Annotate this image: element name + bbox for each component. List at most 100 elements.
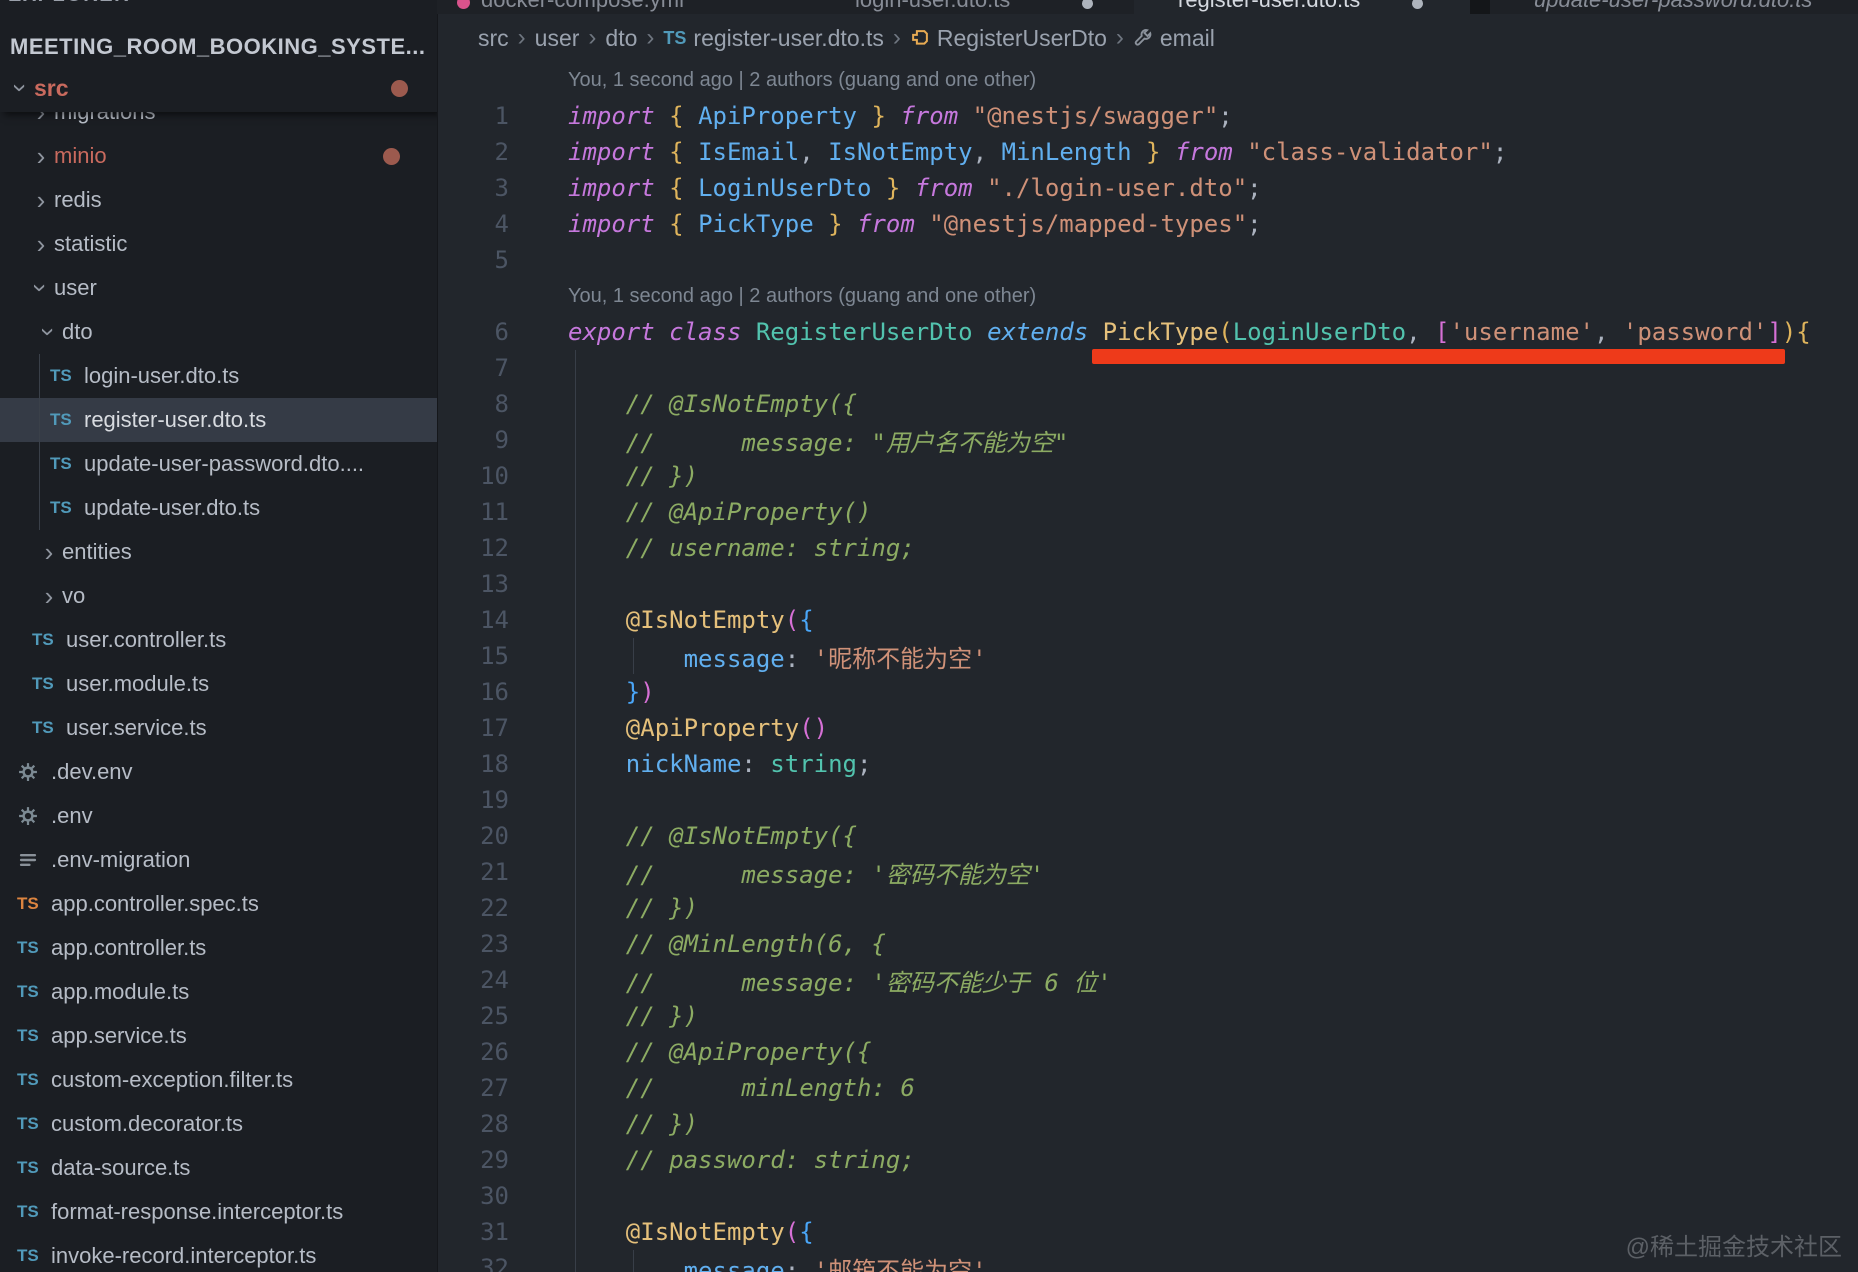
tree-item-minio[interactable]: ›minio <box>0 134 437 178</box>
codelens-annotation[interactable]: You, 1 second ago | 2 authors (guang and… <box>437 62 1858 98</box>
code-line-23[interactable]: 23 // @MinLength(6, { <box>437 926 1858 962</box>
line-number[interactable]: 15 <box>437 642 513 670</box>
line-number[interactable]: 2 <box>437 138 513 166</box>
code-line-30[interactable]: 30 <box>437 1178 1858 1214</box>
line-number[interactable]: 8 <box>437 390 513 418</box>
code-line-18[interactable]: 18 nickName: string; <box>437 746 1858 782</box>
line-number[interactable]: 25 <box>437 1002 513 1030</box>
code-line-13[interactable]: 13 <box>437 566 1858 602</box>
line-number[interactable]: 32 <box>437 1254 513 1272</box>
line-number[interactable]: 20 <box>437 822 513 850</box>
code-line-17[interactable]: 17 @ApiProperty() <box>437 710 1858 746</box>
code-line-4[interactable]: 4import { PickType } from "@nestjs/mappe… <box>437 206 1858 242</box>
code-line-28[interactable]: 28 // }) <box>437 1106 1858 1142</box>
tree-item-redis[interactable]: ›redis <box>0 178 437 222</box>
code-line-26[interactable]: 26 // @ApiProperty({ <box>437 1034 1858 1070</box>
tree-item-custom-exception.filter.ts[interactable]: TScustom-exception.filter.ts <box>0 1058 437 1102</box>
code-line-24[interactable]: 24 // message: '密码不能少于 6 位' <box>437 962 1858 998</box>
line-number[interactable]: 4 <box>437 210 513 238</box>
tree-item-.env[interactable]: .env <box>0 794 437 838</box>
tab-login-user.dto.ts[interactable]: login-user.dto.ts <box>811 0 1135 14</box>
line-number[interactable]: 9 <box>437 426 513 454</box>
tree-item-format-response.interceptor.ts[interactable]: TSformat-response.interceptor.ts <box>0 1190 437 1234</box>
tree-item-app.controller.ts[interactable]: TSapp.controller.ts <box>0 926 437 970</box>
tab-register-user.dto.ts[interactable]: register-user.dto.ts <box>1134 0 1470 14</box>
line-number[interactable]: 29 <box>437 1146 513 1174</box>
line-number[interactable]: 23 <box>437 930 513 958</box>
code-line-3[interactable]: 3import { LoginUserDto } from "./login-u… <box>437 170 1858 206</box>
tree-item-update-user.dto.ts[interactable]: TSupdate-user.dto.ts <box>0 486 437 530</box>
line-number[interactable]: 5 <box>437 246 513 274</box>
line-number[interactable]: 27 <box>437 1074 513 1102</box>
line-number[interactable]: 11 <box>437 498 513 526</box>
line-number[interactable]: 26 <box>437 1038 513 1066</box>
breadcrumb-item-register-user.dto.ts[interactable]: TSregister-user.dto.ts <box>663 25 883 52</box>
code-line-16[interactable]: 16 }) <box>437 674 1858 710</box>
tree-item-login-user.dto.ts[interactable]: TSlogin-user.dto.ts <box>0 354 437 398</box>
code-line-29[interactable]: 29 // password: string; <box>437 1142 1858 1178</box>
line-number[interactable]: 6 <box>437 318 513 346</box>
tree-item-user.controller.ts[interactable]: TSuser.controller.ts <box>0 618 437 662</box>
breadcrumb-item-email[interactable]: email <box>1133 25 1215 52</box>
line-number[interactable]: 19 <box>437 786 513 814</box>
line-number[interactable]: 10 <box>437 462 513 490</box>
line-number[interactable]: 21 <box>437 858 513 886</box>
tree-item-dto[interactable]: ›dto <box>0 310 437 354</box>
line-number[interactable]: 1 <box>437 102 513 130</box>
breadcrumb-item-RegisterUserDto[interactable]: RegisterUserDto <box>910 25 1107 52</box>
code-line-25[interactable]: 25 // }) <box>437 998 1858 1034</box>
code-line-11[interactable]: 11 // @ApiProperty() <box>437 494 1858 530</box>
code-line-1[interactable]: 1import { ApiProperty } from "@nestjs/sw… <box>437 98 1858 134</box>
line-number[interactable]: 17 <box>437 714 513 742</box>
line-number[interactable]: 7 <box>437 354 513 382</box>
tree-item-update-user-password.dto....[interactable]: TSupdate-user-password.dto.... <box>0 442 437 486</box>
line-number[interactable]: 30 <box>437 1182 513 1210</box>
tree-item-user.module.ts[interactable]: TSuser.module.ts <box>0 662 437 706</box>
tree-item-.env-migration[interactable]: .env-migration <box>0 838 437 882</box>
line-number[interactable]: 12 <box>437 534 513 562</box>
project-root-row[interactable]: MEETING_ROOM_BOOKING_SYSTE... <box>0 26 437 68</box>
codelens-annotation[interactable]: You, 1 second ago | 2 authors (guang and… <box>437 278 1858 314</box>
line-number[interactable]: 14 <box>437 606 513 634</box>
code-line-15[interactable]: 15 message: '昵称不能为空' <box>437 638 1858 674</box>
tab-update-user-password.dto.ts[interactable]: update-user-password.dto.ts <box>1490 0 1858 14</box>
line-number[interactable]: 24 <box>437 966 513 994</box>
code-line-27[interactable]: 27 // minLength: 6 <box>437 1070 1858 1106</box>
breadcrumb-item-user[interactable]: user <box>535 25 580 52</box>
code-line-5[interactable]: 5 <box>437 242 1858 278</box>
breadcrumb-item-dto[interactable]: dto <box>605 25 637 52</box>
line-number[interactable]: 28 <box>437 1110 513 1138</box>
line-number[interactable]: 16 <box>437 678 513 706</box>
code-line-14[interactable]: 14 @IsNotEmpty({ <box>437 602 1858 638</box>
line-number[interactable]: 18 <box>437 750 513 778</box>
tree-item-entities[interactable]: ›entities <box>0 530 437 574</box>
code-line-6[interactable]: 6export class RegisterUserDto extends Pi… <box>437 314 1858 350</box>
code-line-20[interactable]: 20 // @IsNotEmpty({ <box>437 818 1858 854</box>
line-number[interactable]: 22 <box>437 894 513 922</box>
tab-docker-compose.yml[interactable]: docker-compose.yml <box>437 0 812 14</box>
tree-item-user.service.ts[interactable]: TSuser.service.ts <box>0 706 437 750</box>
tree-item-register-user.dto.ts[interactable]: TSregister-user.dto.ts <box>0 398 437 442</box>
tree-item-src[interactable]: › src <box>0 64 438 112</box>
tree-item-app.controller.spec.ts[interactable]: TSapp.controller.spec.ts <box>0 882 437 926</box>
tree-item-user[interactable]: ›user <box>0 266 437 310</box>
code-line-10[interactable]: 10 // }) <box>437 458 1858 494</box>
tree-item-custom.decorator.ts[interactable]: TScustom.decorator.ts <box>0 1102 437 1146</box>
tree-item-statistic[interactable]: ›statistic <box>0 222 437 266</box>
tree-item-.dev.env[interactable]: .dev.env <box>0 750 437 794</box>
line-number[interactable]: 3 <box>437 174 513 202</box>
code-line-21[interactable]: 21 // message: '密码不能为空' <box>437 854 1858 890</box>
line-number[interactable]: 31 <box>437 1218 513 1246</box>
code-line-19[interactable]: 19 <box>437 782 1858 818</box>
tree-item-invoke-record.interceptor.ts[interactable]: TSinvoke-record.interceptor.ts <box>0 1234 437 1272</box>
tree-item-app.service.ts[interactable]: TSapp.service.ts <box>0 1014 437 1058</box>
tree-item-app.module.ts[interactable]: TSapp.module.ts <box>0 970 437 1014</box>
code-line-9[interactable]: 9 // message: "用户名不能为空" <box>437 422 1858 458</box>
breadcrumb-item-src[interactable]: src <box>478 25 509 52</box>
code-area[interactable]: You, 1 second ago | 2 authors (guang and… <box>437 62 1858 1272</box>
code-line-2[interactable]: 2import { IsEmail, IsNotEmpty, MinLength… <box>437 134 1858 170</box>
code-line-22[interactable]: 22 // }) <box>437 890 1858 926</box>
code-line-12[interactable]: 12 // username: string; <box>437 530 1858 566</box>
tree-item-data-source.ts[interactable]: TSdata-source.ts <box>0 1146 437 1190</box>
line-number[interactable]: 13 <box>437 570 513 598</box>
